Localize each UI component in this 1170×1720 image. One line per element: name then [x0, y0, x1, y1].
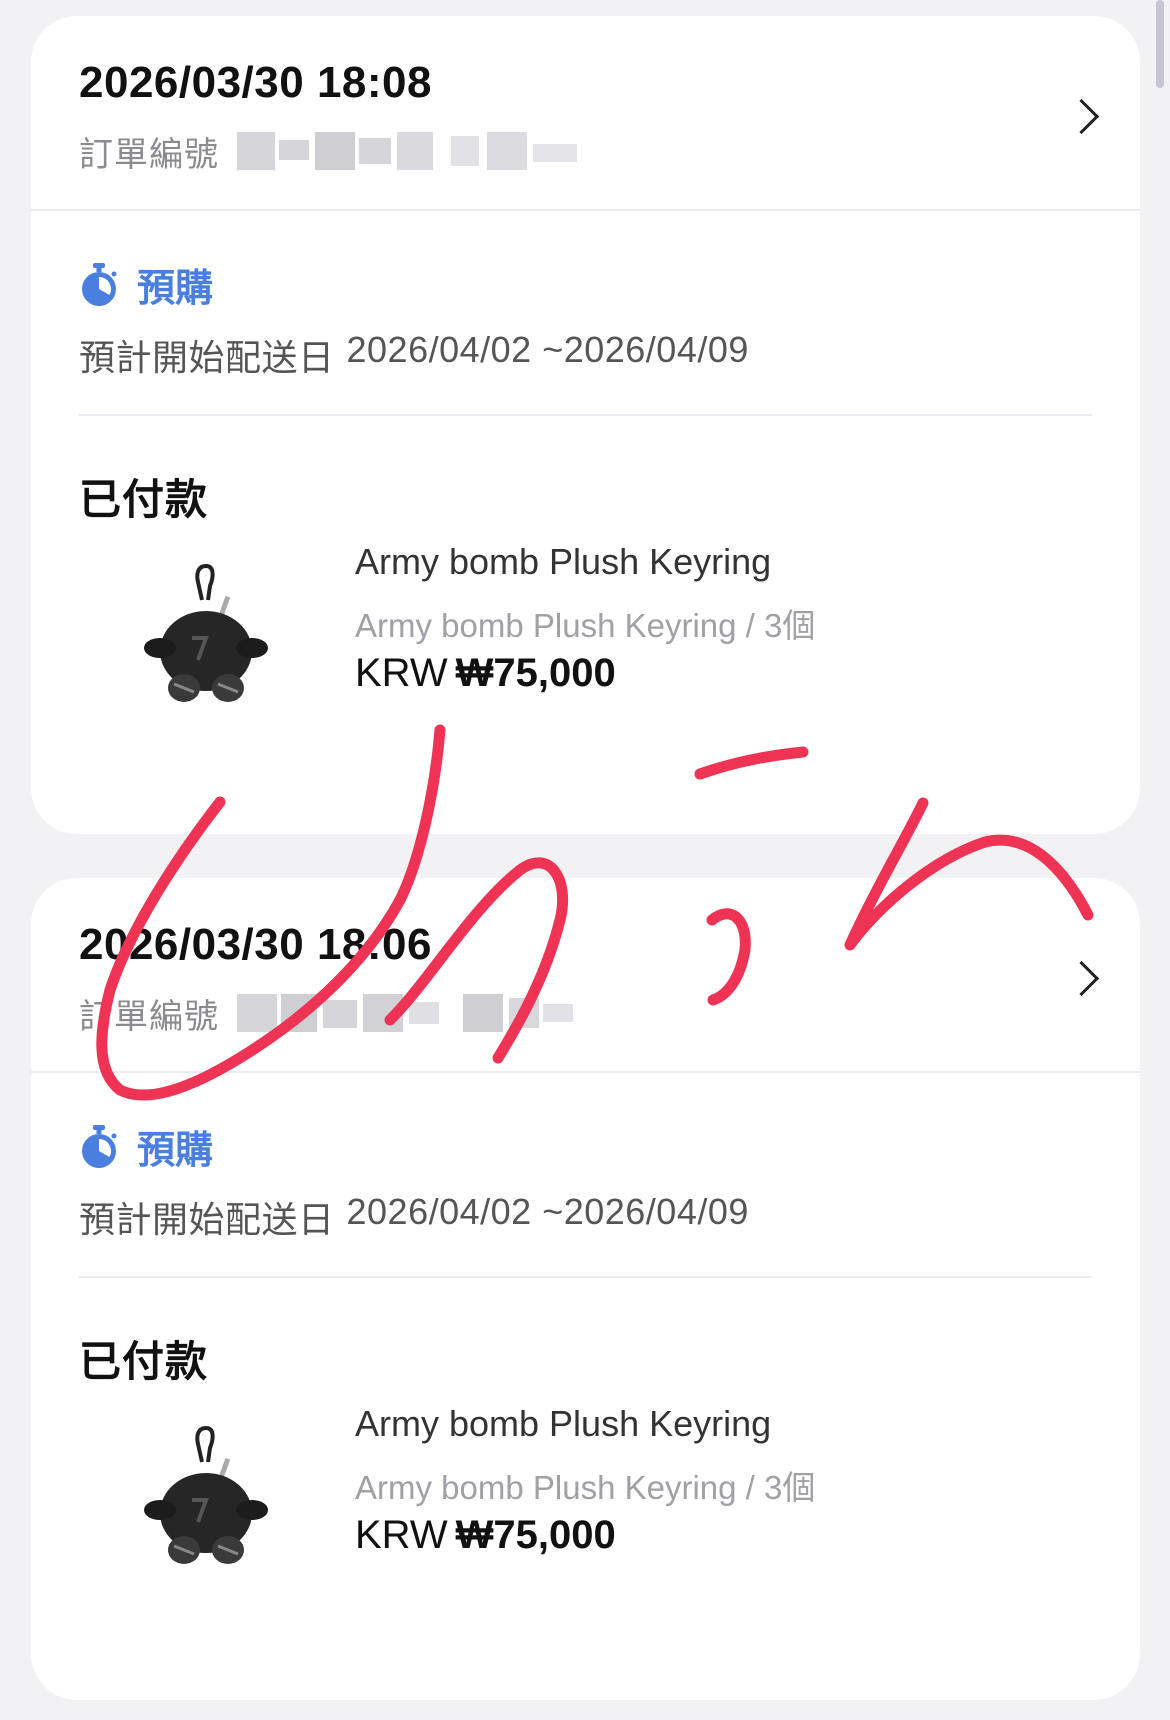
chevron-right-icon[interactable]: [1063, 98, 1100, 135]
preorder-tag: 預購: [137, 268, 214, 310]
price-value: ₩75,000: [455, 651, 616, 695]
divider: [79, 1276, 1092, 1278]
timer-icon: [79, 1124, 119, 1169]
ship-date-range: 2026/04/02 ~2026/04/09: [346, 1191, 749, 1232]
order-number-row: 訂單編號: [79, 992, 577, 1036]
redacted-order-number: [237, 994, 577, 1032]
ship-date-row: 預計開始配送日 2026/04/02 ~2026/04/09: [79, 1191, 749, 1243]
order-body: 預購 預計開始配送日 2026/04/02 ~2026/04/09 已付款 Ar…: [31, 1073, 1140, 1693]
ship-date-row: 預計開始配送日 2026/04/02 ~2026/04/09: [79, 329, 749, 381]
price-currency: KRW: [355, 1513, 448, 1557]
timer-icon: [79, 262, 119, 307]
redacted-order-number: [237, 132, 577, 170]
ship-date-label: 預計開始配送日: [79, 337, 335, 378]
order-number-row: 訂單編號: [79, 130, 577, 174]
price-row: KRW ₩75,000: [355, 651, 616, 696]
preorder-tag: 預購: [137, 1130, 214, 1172]
order-number-label: 訂單編號: [79, 997, 219, 1036]
product-thumbnail[interactable]: [126, 556, 286, 716]
scrollbar[interactable]: [1156, 0, 1164, 88]
product-name[interactable]: Army bomb Plush Keyring: [355, 541, 771, 583]
order-body: 預購 預計開始配送日 2026/04/02 ~2026/04/09 已付款 Ar…: [31, 211, 1140, 831]
product-name[interactable]: Army bomb Plush Keyring: [355, 1403, 771, 1445]
payment-status: 已付款: [79, 476, 209, 523]
divider: [79, 414, 1092, 416]
order-card[interactable]: 2026/03/30 18:06 訂單編號 預購 預計開始配送日 2026/04…: [31, 878, 1140, 1700]
price-value: ₩75,000: [455, 1513, 616, 1557]
order-header[interactable]: 2026/03/30 18:06 訂單編號: [31, 878, 1140, 1073]
ship-date-range: 2026/04/02 ~2026/04/09: [346, 329, 749, 370]
price-row: KRW ₩75,000: [355, 1513, 616, 1558]
price-currency: KRW: [355, 651, 448, 695]
payment-status: 已付款: [79, 1338, 209, 1385]
order-number-label: 訂單編號: [79, 135, 219, 174]
product-option: Army bomb Plush Keyring / 3個: [355, 1469, 816, 1506]
order-header[interactable]: 2026/03/30 18:08 訂單編號: [31, 16, 1140, 211]
product-option: Army bomb Plush Keyring / 3個: [355, 607, 816, 644]
order-card[interactable]: 2026/03/30 18:08 訂單編號 預購 預計開始配送日 2026/04…: [31, 16, 1140, 834]
preorder-row: 預購: [79, 1119, 213, 1174]
ship-date-label: 預計開始配送日: [79, 1199, 335, 1240]
order-datetime: 2026/03/30 18:06: [79, 920, 432, 969]
preorder-row: 預購: [79, 257, 213, 312]
order-datetime: 2026/03/30 18:08: [79, 58, 432, 107]
chevron-right-icon[interactable]: [1063, 960, 1100, 997]
product-thumbnail[interactable]: [126, 1418, 286, 1578]
